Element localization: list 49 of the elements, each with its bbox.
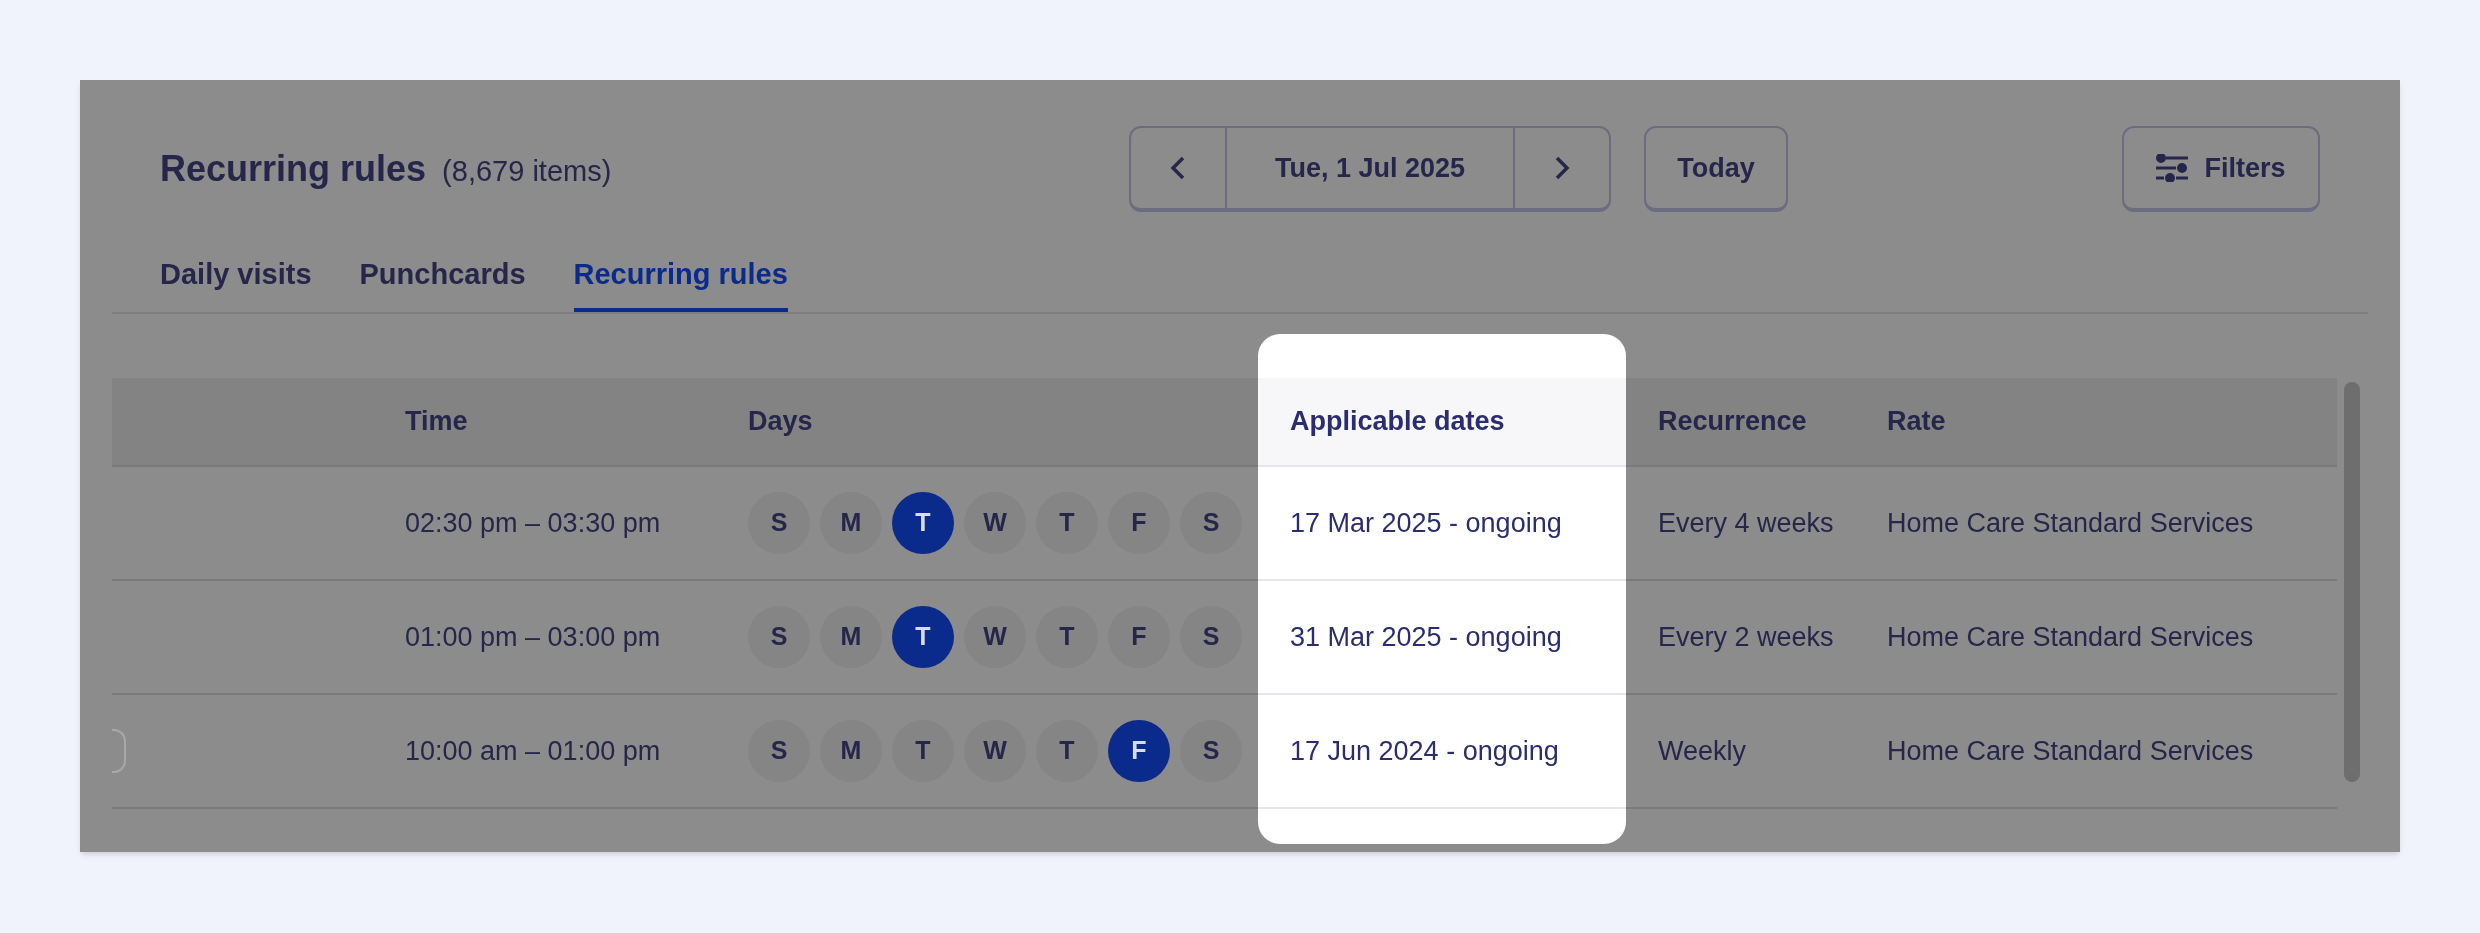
table-cell-text: Weekly — [1658, 734, 1747, 768]
day-toggle[interactable]: T — [1036, 720, 1098, 782]
date-display: Tue, 1 Jul 2025 — [1273, 151, 1467, 185]
day-toggle[interactable]: T — [1036, 606, 1098, 668]
today-button[interactable]: Today — [1644, 126, 1788, 212]
table-cell-text: 01:00 pm – 03:00 pm — [405, 620, 661, 654]
tab[interactable]: Daily visits — [160, 234, 312, 312]
table-cell-text: Home Care Standard Services — [1887, 506, 2254, 540]
table-cell-text: 17 Mar 2025 - ongoing — [1290, 506, 1562, 540]
day-toggle[interactable]: M — [820, 606, 882, 668]
scrollbar-thumb[interactable] — [2344, 382, 2360, 782]
filters-button[interactable]: Filters — [2122, 126, 2320, 212]
column-header[interactable]: Recurrence — [1626, 378, 1855, 467]
day-toggle[interactable]: S — [748, 606, 810, 668]
table-cell-text: 31 Mar 2025 - ongoing — [1290, 620, 1562, 654]
day-toggle[interactable]: W — [964, 492, 1026, 554]
day-toggle[interactable]: W — [964, 720, 1026, 782]
column-header[interactable]: Rate — [1855, 378, 2337, 467]
item-count: (8,679 items) — [442, 154, 612, 189]
day-toggle[interactable]: F — [1108, 492, 1170, 554]
chevron-right-icon — [1554, 155, 1570, 181]
table-cell-text: Every 2 weeks — [1658, 620, 1834, 654]
column-header[interactable]: Time — [373, 378, 716, 467]
table-cell-text: Home Care Standard Services — [1887, 620, 2254, 654]
day-toggle[interactable]: F — [1108, 606, 1170, 668]
day-toggle[interactable]: W — [964, 606, 1026, 668]
tab[interactable]: Punchcards — [359, 234, 526, 312]
day-toggle[interactable]: M — [820, 720, 882, 782]
day-toggle[interactable]: T — [892, 720, 954, 782]
day-toggle[interactable]: S — [1180, 492, 1242, 554]
day-toggle[interactable]: T — [892, 492, 954, 554]
table-cell-text: 17 Jun 2024 - ongoing — [1290, 734, 1559, 768]
day-toggle[interactable]: T — [1036, 492, 1098, 554]
table-cell-text: Home Care Standard Services — [1887, 734, 2254, 768]
day-toggle[interactable]: M — [820, 492, 882, 554]
table-cell-text: 02:30 pm – 03:30 pm — [405, 506, 661, 540]
column-header[interactable]: Applicable dates — [1258, 378, 1626, 467]
day-toggle[interactable]: S — [748, 492, 810, 554]
page-title: Recurring rules — [160, 147, 427, 191]
day-toggle[interactable]: S — [1180, 606, 1242, 668]
day-toggle[interactable]: F — [1108, 720, 1170, 782]
sliders-icon — [2156, 154, 2189, 182]
day-toggle[interactable]: S — [748, 720, 810, 782]
table-cell-text: 10:00 am – 01:00 pm — [405, 734, 661, 768]
column-header[interactable]: Days — [716, 378, 1258, 467]
table-cell-text: Every 4 weeks — [1658, 506, 1834, 540]
chevron-left-icon — [1170, 155, 1186, 181]
day-toggle[interactable]: S — [1180, 720, 1242, 782]
day-toggle[interactable]: T — [892, 606, 954, 668]
